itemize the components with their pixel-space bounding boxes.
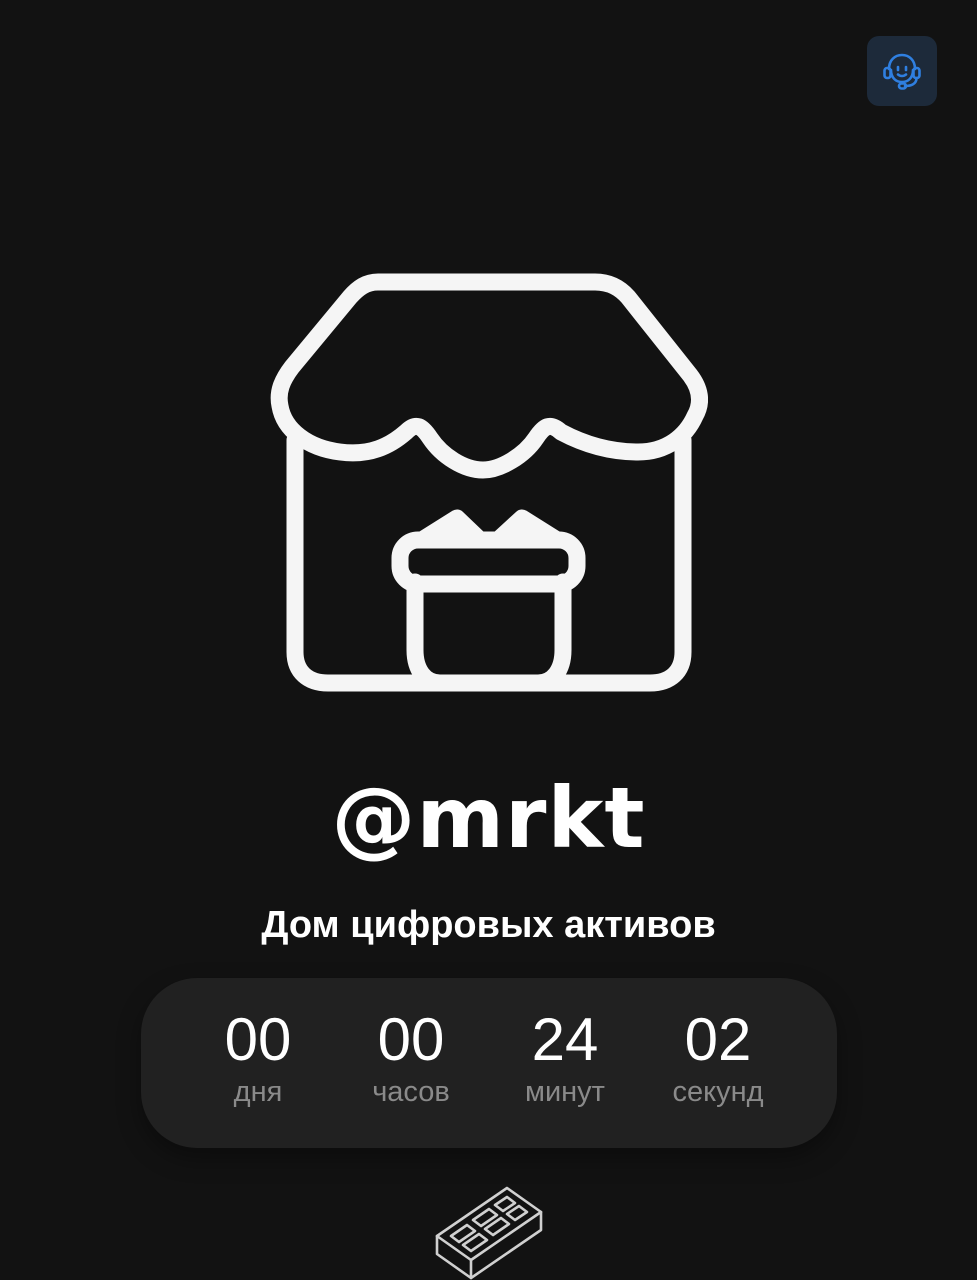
countdown-minutes-label: минут xyxy=(525,1076,605,1108)
brand-name: @mrkt xyxy=(331,769,646,867)
countdown-hours: 00 часов xyxy=(336,1006,486,1110)
countdown-days-value: 00 xyxy=(224,1006,292,1073)
headset-support-icon xyxy=(883,53,921,90)
countdown-seconds: 02 секунд xyxy=(643,1006,793,1110)
support-button[interactable] xyxy=(867,36,937,106)
countdown-minutes-value: 24 xyxy=(531,1006,599,1073)
tagline: Дом цифровых активов xyxy=(261,904,716,946)
countdown-seconds-value: 02 xyxy=(684,1006,752,1073)
countdown-hours-value: 00 xyxy=(377,1006,445,1073)
brick-icon xyxy=(435,1186,543,1280)
countdown-timer: 00 дня 00 часов 24 минут 02 секунд xyxy=(141,978,837,1148)
countdown-hours-label: часов xyxy=(372,1076,450,1108)
shop-gift-icon xyxy=(270,273,708,692)
countdown-days-label: дня xyxy=(233,1076,283,1108)
app-screen: @mrkt Дом цифровых активов 00 дня 00 час… xyxy=(0,0,977,1280)
countdown-days: 00 дня xyxy=(183,1006,333,1110)
countdown-seconds-label: секунд xyxy=(672,1076,764,1108)
countdown-minutes: 24 минут xyxy=(490,1006,640,1110)
